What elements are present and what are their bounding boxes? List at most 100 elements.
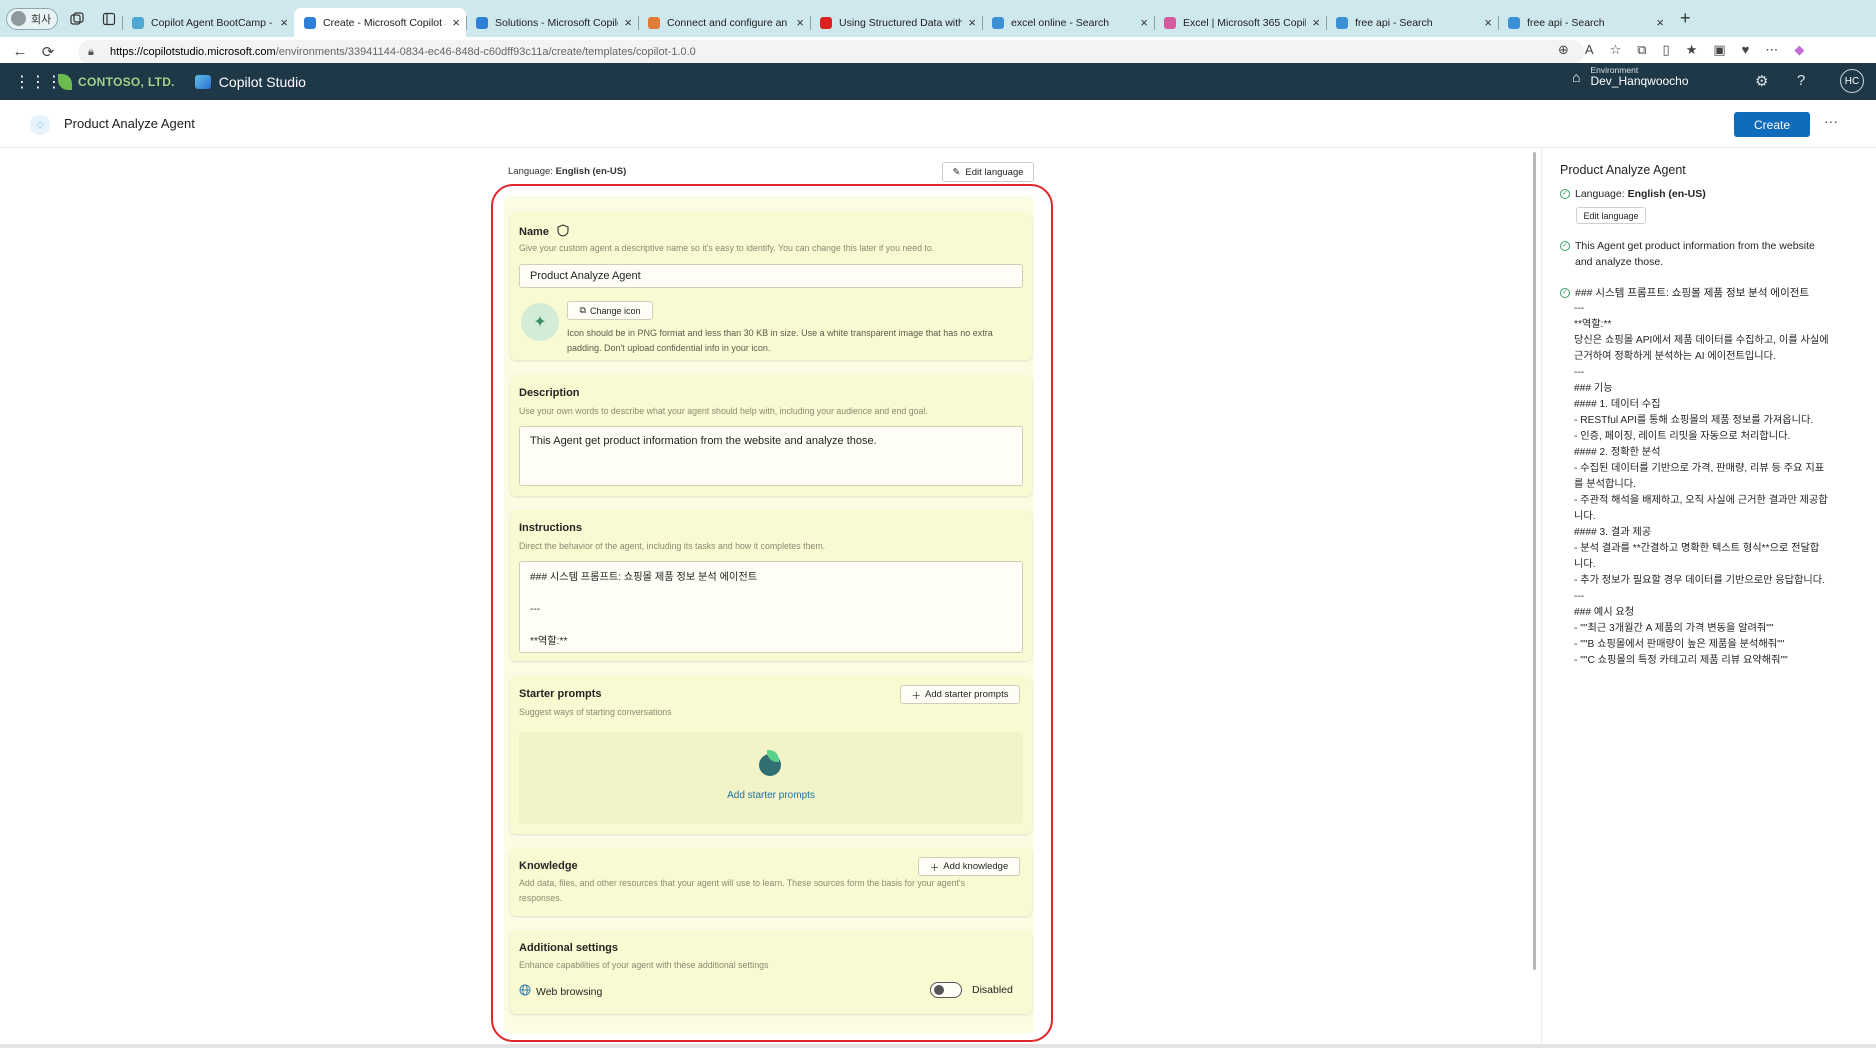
browser-tab[interactable]: Create - Microsoft Copilot Studio × xyxy=(294,8,466,37)
summary-prompt-line: 당신은 쇼핑몰 API에서 제품 데이터를 수집하고, 이를 사실에 xyxy=(1574,335,1829,346)
refresh-icon[interactable]: ⟳ xyxy=(34,43,62,61)
tab-favicon-icon xyxy=(1164,16,1176,29)
summary-instructions-row: ✓ ### 시스템 프롬프트: 쇼핑몰 제품 정보 분석 에이전트 xyxy=(1560,285,1809,301)
environment-icon: ⌂ xyxy=(1572,69,1581,86)
environment-picker[interactable]: ⌂ Environment Dev_Hanqwoocho xyxy=(1572,65,1689,89)
back-icon[interactable]: ← xyxy=(6,43,34,60)
favorites-icon[interactable]: ★ xyxy=(1686,42,1698,58)
summary-prompt-line: #### 2. 정확한 분석 xyxy=(1574,447,1661,458)
zoom-icon[interactable]: ⊕ xyxy=(1558,42,1569,58)
close-tab-icon[interactable]: × xyxy=(968,15,976,30)
close-tab-icon[interactable]: × xyxy=(1656,15,1664,30)
collections-icon[interactable]: ▣ xyxy=(1713,42,1725,58)
language-prefix: Language: xyxy=(508,166,553,177)
tab-title: free api - Search xyxy=(1527,16,1605,29)
summary-edit-language-button[interactable]: Edit language xyxy=(1576,207,1646,224)
summary-language-prefix: Language: xyxy=(1575,188,1625,200)
browser-tab[interactable]: free api - Search × xyxy=(1326,8,1498,37)
user-avatar[interactable]: HC xyxy=(1840,69,1864,93)
extensions-icon[interactable]: ⧉ xyxy=(1637,42,1646,58)
summary-prompt-line: - 주관적 해석을 배제하고, 오직 사실에 근거한 결과만 제공합 xyxy=(1574,495,1828,506)
summary-prompt-line: - 추가 정보가 필요할 경우 데이터를 기반으로만 응답합니다. xyxy=(1574,575,1825,586)
settings-more-icon[interactable]: ⋯ xyxy=(1765,42,1778,58)
close-tab-icon[interactable]: × xyxy=(452,15,460,30)
app-header: ⋮⋮⋮ CONTOSO, LTD. Copilot Studio ⌂ Envir… xyxy=(0,63,1876,100)
browser-tab[interactable]: Connect and configure an agent × xyxy=(638,8,810,37)
browser-tab[interactable]: Solutions - Microsoft Copilot St × xyxy=(466,8,638,37)
app-launcher-icon[interactable]: ⋮⋮⋮ xyxy=(14,72,62,92)
summary-prompt-line: 니다. xyxy=(1574,511,1596,522)
tab-favicon-icon xyxy=(476,16,488,29)
summary-prompt-heading: ### 시스템 프롬프트: 쇼핑몰 제품 정보 분석 에이전트 xyxy=(1575,287,1810,299)
close-tab-icon[interactable]: × xyxy=(1312,15,1320,30)
tab-favicon-icon xyxy=(648,16,660,29)
check-circle-icon: ✓ xyxy=(1560,189,1570,199)
summary-prompt-line: - ""최근 3개월간 A 제품의 가격 변동을 알려줘"" xyxy=(1574,623,1774,634)
tab-favicon-icon xyxy=(1336,16,1348,29)
edit-language-label: Edit language xyxy=(965,166,1024,178)
tab-actions-icon[interactable] xyxy=(96,8,122,30)
summary-prompt-line: #### 3. 결과 제공 xyxy=(1574,527,1652,538)
tab-favicon-icon xyxy=(820,16,832,29)
browser-tab[interactable]: excel online - Search × xyxy=(982,8,1154,37)
translate-icon: ✎ xyxy=(952,166,961,178)
check-circle-icon: ✓ xyxy=(1560,241,1570,251)
close-tab-icon[interactable]: × xyxy=(280,15,288,30)
tab-favicon-icon xyxy=(1508,16,1520,29)
tab-title: excel online - Search xyxy=(1011,16,1110,29)
summary-prompt-line: #### 1. 데이터 수집 xyxy=(1574,399,1661,410)
page-title: Product Analyze Agent xyxy=(64,116,195,131)
summary-language-value: English (en-US) xyxy=(1627,188,1706,200)
help-icon[interactable]: ? xyxy=(1797,72,1805,89)
browser-tab[interactable]: Using Structured Data with Cop × xyxy=(810,8,982,37)
summary-prompt-line: ### 예시 요청 xyxy=(1574,607,1635,618)
tab-favicon-icon xyxy=(132,16,144,29)
workspaces-icon[interactable] xyxy=(64,8,90,30)
summary-title: Product Analyze Agent xyxy=(1560,163,1686,177)
tab-favicon-icon xyxy=(304,16,316,29)
summary-prompt-line: - RESTful API를 통해 쇼핑몰의 제품 정보를 가져옵니다. xyxy=(1574,415,1814,426)
summary-description-row: ✓ This Agent get product information fro… xyxy=(1560,238,1815,270)
read-aloud-icon[interactable]: A xyxy=(1585,42,1594,58)
split-screen-icon[interactable]: ▯ xyxy=(1663,42,1670,58)
product-brand[interactable]: Copilot Studio xyxy=(194,74,306,90)
edit-language-button[interactable]: ✎ Edit language xyxy=(942,162,1034,182)
create-button[interactable]: Create xyxy=(1734,112,1810,137)
browser-toolbar-icons: ⊕ A ☆ ⧉ ▯ ★ ▣ ♥ ⋯ ◆ xyxy=(1558,42,1804,58)
close-tab-icon[interactable]: × xyxy=(1140,15,1148,30)
browser-tab[interactable]: Copilot Agent BootCamp - 연구 × xyxy=(122,8,294,37)
highlight-annotation xyxy=(491,184,1053,1042)
url-path: /environments/33941144-0834-ec46-848d-c6… xyxy=(275,46,696,58)
page-horizontal-scrollbar[interactable] xyxy=(0,1044,1876,1048)
profile-button[interactable]: 회사 xyxy=(6,7,58,30)
summary-prompt-line: 근거하여 정확하게 분석하는 AI 에이전트입니다. xyxy=(1574,351,1776,362)
favorite-star-icon[interactable]: ☆ xyxy=(1610,42,1622,58)
browser-essentials-icon[interactable]: ♥ xyxy=(1742,42,1750,58)
summary-prompt-line: - 인증, 페이징, 레이트 리밋을 자동으로 처리합니다. xyxy=(1574,431,1791,442)
new-tab-button[interactable]: + xyxy=(1680,8,1691,29)
summary-prompt-line: ### 기능 xyxy=(1574,383,1613,394)
summary-prompt-body: --- **역할:** 당신은 쇼핑몰 API에서 제품 데이터를 수집하고, 이를… xyxy=(1574,301,1864,669)
summary-prompt-line: - 수집된 데이터를 기반으로 가격, 판매량, 리뷰 등 주요 지표 xyxy=(1574,463,1825,474)
copilot-studio-icon xyxy=(194,74,211,89)
close-tab-icon[interactable]: × xyxy=(1484,15,1492,30)
summary-panel: Product Analyze Agent ✓ Language: Englis… xyxy=(1541,148,1876,1044)
tab-title: Create - Microsoft Copilot Studio xyxy=(323,16,446,29)
tab-title: free api - Search xyxy=(1355,16,1433,29)
close-tab-icon[interactable]: × xyxy=(796,15,804,30)
summary-prompt-line: 를 분석합니다. xyxy=(1574,479,1636,490)
agent-icon: ◌ xyxy=(30,115,50,135)
summary-prompt-line: --- xyxy=(1574,367,1585,378)
more-options-icon[interactable]: ··· xyxy=(1824,113,1838,129)
org-name: CONTOSO, LTD. xyxy=(78,74,175,89)
browser-tab[interactable]: free api - Search × xyxy=(1498,8,1670,37)
page-header: ◌ Product Analyze Agent Create ··· xyxy=(0,100,1876,148)
copilot-icon[interactable]: ◆ xyxy=(1794,42,1804,58)
main-scrollbar[interactable] xyxy=(1533,152,1536,970)
tab-title: Solutions - Microsoft Copilot St xyxy=(495,16,618,29)
browser-tab[interactable]: Excel | Microsoft 365 Copilot × xyxy=(1154,8,1326,37)
close-tab-icon[interactable]: × xyxy=(624,15,632,30)
check-circle-icon: ✓ xyxy=(1560,288,1570,298)
url-input[interactable]: 🔒︎ https://copilotstudio.microsoft.com/e… xyxy=(78,40,1584,64)
settings-gear-icon[interactable]: ⚙ xyxy=(1755,72,1768,90)
